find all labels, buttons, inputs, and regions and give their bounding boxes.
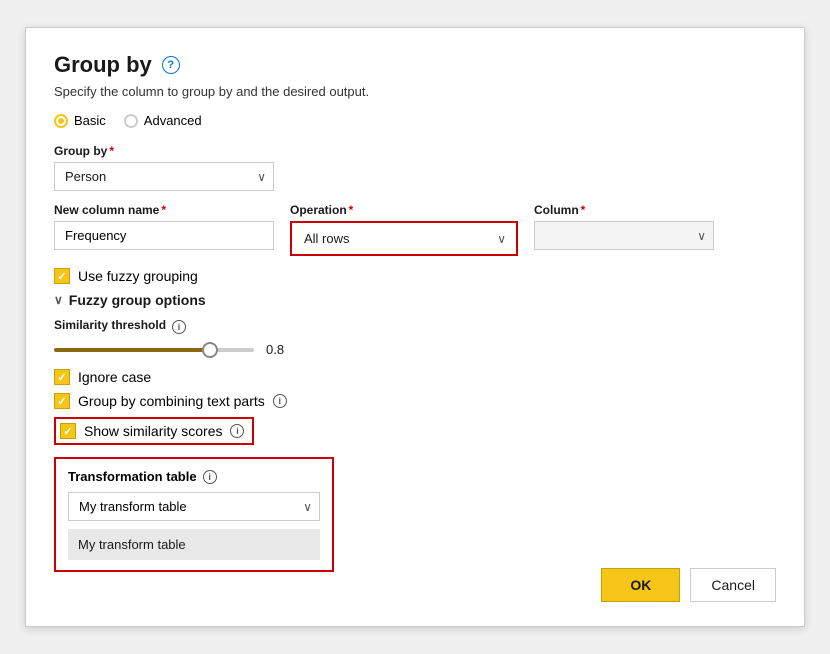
column-select-wrapper[interactable]: ∨ — [534, 221, 714, 250]
group-by-select-wrapper[interactable]: Person ∨ — [54, 162, 274, 191]
show-similarity-label: Show similarity scores — [84, 423, 222, 439]
threshold-label: Similarity threshold — [54, 318, 166, 332]
transformation-table-section: Transformation table i My transform tabl… — [54, 457, 334, 572]
similarity-threshold-section: Similarity threshold i 0.8 — [54, 318, 776, 357]
fuzzy-check-icon: ✓ — [57, 270, 66, 283]
footer-buttons: OK Cancel — [601, 568, 776, 602]
radio-group: Basic Advanced — [54, 113, 776, 128]
operation-box: All rows ∨ — [290, 221, 518, 256]
ignore-case-row[interactable]: ✓ Ignore case — [54, 369, 776, 385]
show-similarity-info-icon[interactable]: i — [230, 424, 244, 438]
group-by-select[interactable]: Person — [54, 162, 274, 191]
radio-basic-label: Basic — [74, 113, 106, 128]
fuzzy-section-header: ∨ Fuzzy group options — [54, 292, 776, 308]
operation-select[interactable]: All rows — [294, 225, 514, 252]
slider-track[interactable] — [54, 348, 254, 352]
fuzzy-grouping-row[interactable]: ✓ Use fuzzy grouping — [54, 268, 776, 284]
dialog-title: Group by — [54, 52, 152, 78]
column-label: Column* — [534, 203, 714, 217]
fuzzy-grouping-label: Use fuzzy grouping — [78, 268, 198, 284]
ignore-case-label: Ignore case — [78, 369, 151, 385]
radio-advanced-label: Advanced — [144, 113, 202, 128]
ignore-case-check-icon: ✓ — [57, 371, 66, 384]
transform-select-wrapper[interactable]: My transform table ∨ — [68, 492, 320, 521]
section-chevron-icon: ∨ — [54, 293, 63, 307]
show-similarity-checkbox[interactable]: ✓ — [60, 423, 76, 439]
combine-text-info-icon[interactable]: i — [273, 394, 287, 408]
fuzzy-section-title: Fuzzy group options — [69, 292, 206, 308]
transform-label-row: Transformation table i — [68, 469, 320, 484]
radio-advanced[interactable]: Advanced — [124, 113, 202, 128]
combine-text-checkbox[interactable]: ✓ — [54, 393, 70, 409]
new-column-field: New column name* — [54, 203, 274, 250]
transform-info-icon[interactable]: i — [203, 470, 217, 484]
ok-button[interactable]: OK — [601, 568, 680, 602]
column-select[interactable] — [534, 221, 714, 250]
fuzzy-grouping-checkbox[interactable]: ✓ — [54, 268, 70, 284]
threshold-value: 0.8 — [266, 342, 284, 357]
combine-text-check-icon: ✓ — [57, 395, 66, 408]
combine-text-row[interactable]: ✓ Group by combining text parts i — [54, 393, 776, 409]
group-by-dialog: Group by ? Specify the column to group b… — [25, 27, 805, 627]
operation-select-wrapper[interactable]: All rows ∨ — [294, 225, 514, 252]
new-column-input[interactable] — [54, 221, 274, 250]
radio-basic[interactable]: Basic — [54, 113, 106, 128]
transform-dropdown-item[interactable]: My transform table — [68, 529, 320, 560]
group-by-label: Group by* — [54, 144, 776, 158]
show-similarity-check-icon: ✓ — [63, 425, 72, 438]
group-by-section: Group by* Person ∨ — [54, 144, 776, 191]
transform-select[interactable]: My transform table — [68, 492, 320, 521]
help-icon[interactable]: ? — [162, 56, 180, 74]
transform-label: Transformation table — [68, 469, 197, 484]
radio-basic-circle — [54, 114, 68, 128]
columns-row: New column name* Operation* All rows ∨ C… — [54, 203, 776, 256]
threshold-info-icon[interactable]: i — [172, 320, 186, 334]
radio-advanced-circle — [124, 114, 138, 128]
slider-thumb[interactable] — [202, 342, 218, 358]
ignore-case-checkbox[interactable]: ✓ — [54, 369, 70, 385]
dialog-subtitle: Specify the column to group by and the d… — [54, 84, 776, 99]
operation-label: Operation* — [290, 203, 518, 217]
column-field: Column* ∨ — [534, 203, 714, 250]
new-column-label: New column name* — [54, 203, 274, 217]
cancel-button[interactable]: Cancel — [690, 568, 776, 602]
operation-field: Operation* All rows ∨ — [290, 203, 518, 256]
combine-text-label: Group by combining text parts — [78, 393, 265, 409]
show-similarity-box: ✓ Show similarity scores i — [54, 417, 254, 445]
